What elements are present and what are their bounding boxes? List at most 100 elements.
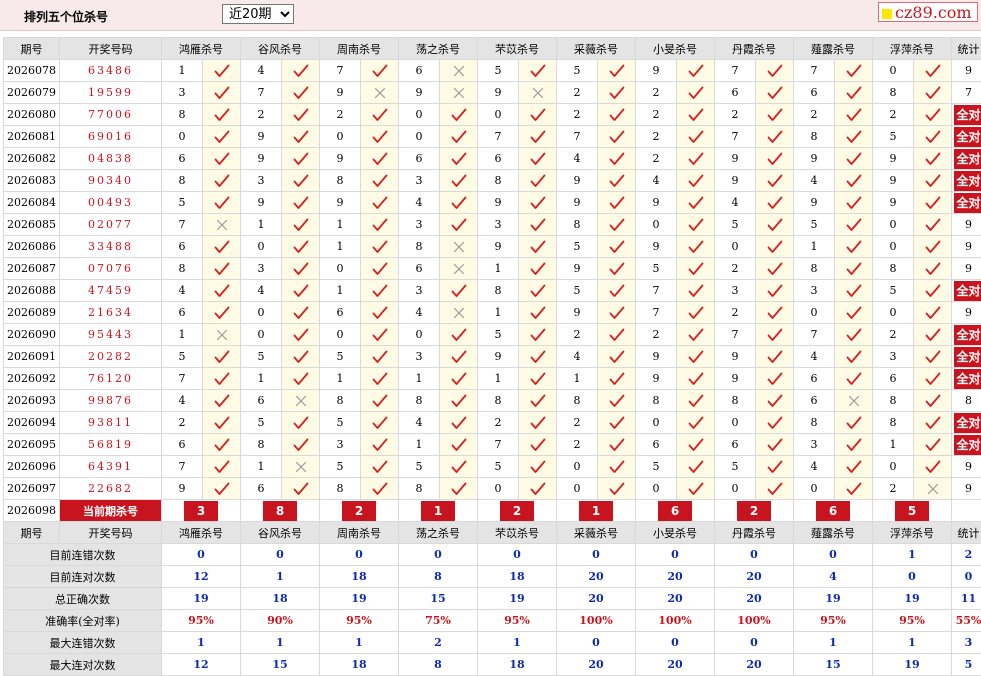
- draw-number-cell: 22682: [60, 478, 162, 500]
- column-header: 芣苡杀号: [478, 38, 557, 60]
- check-icon: [914, 302, 952, 324]
- check-icon: [598, 148, 636, 170]
- kill-value-cell: 1: [320, 236, 361, 258]
- check-icon: [519, 60, 557, 82]
- logo-square-icon: [882, 9, 892, 19]
- period-cell: 2026086: [4, 236, 60, 258]
- check-icon: [835, 368, 873, 390]
- kill-value-cell: 3: [399, 346, 440, 368]
- stats-value: 15: [399, 588, 478, 610]
- draw-number-cell: 99876: [60, 390, 162, 412]
- kill-value-cell: 0: [715, 478, 756, 500]
- kill-value-cell: 6: [794, 390, 835, 412]
- kill-value-cell: 9: [794, 148, 835, 170]
- check-icon: [361, 478, 399, 500]
- kill-value-cell: 2: [873, 104, 914, 126]
- stats-value: 15: [241, 654, 320, 676]
- kill-value-cell: 2: [162, 412, 203, 434]
- check-icon: [598, 280, 636, 302]
- kill-value-cell: 9: [399, 82, 440, 104]
- total-cell: 全对: [952, 434, 981, 456]
- stats-value: 55%: [952, 610, 981, 632]
- stats-value: 2: [952, 544, 981, 566]
- kill-value-cell: 6: [399, 258, 440, 280]
- check-icon: [519, 302, 557, 324]
- check-icon: [598, 82, 636, 104]
- kill-value-cell: 6: [162, 148, 203, 170]
- check-icon: [361, 170, 399, 192]
- check-icon: [519, 258, 557, 280]
- stats-row: 最大连错次数11121000113: [4, 632, 981, 654]
- draw-number-cell: 90340: [60, 170, 162, 192]
- top-bar: 排列五个位杀号 近20期 cz89.com: [0, 0, 981, 31]
- stats-value: 19: [162, 588, 241, 610]
- kill-value-cell: 9: [557, 302, 598, 324]
- check-icon: [361, 214, 399, 236]
- kill-value-cell: 7: [162, 368, 203, 390]
- check-icon: [756, 368, 794, 390]
- period-cell: 2026093: [4, 390, 60, 412]
- current-kill-badge: 6: [658, 501, 692, 521]
- column-header: 荡之杀号: [399, 38, 478, 60]
- check-icon: [677, 434, 715, 456]
- current-kill-cell: 2: [320, 500, 399, 522]
- check-icon: [835, 478, 873, 500]
- column-header: 统计: [952, 522, 981, 544]
- period-cell: 2026090: [4, 324, 60, 346]
- check-icon: [361, 236, 399, 258]
- kill-value-cell: 1: [320, 368, 361, 390]
- stats-value: 20: [636, 566, 715, 588]
- check-icon: [598, 126, 636, 148]
- table-row: 20260972268296880000029: [4, 478, 981, 500]
- check-icon: [598, 368, 636, 390]
- check-icon: [203, 478, 241, 500]
- stats-value: 18: [241, 588, 320, 610]
- check-icon: [203, 346, 241, 368]
- kill-value-cell: 8: [557, 214, 598, 236]
- check-icon: [756, 258, 794, 280]
- stats-value: 0: [478, 544, 557, 566]
- kill-value-cell: 4: [241, 60, 282, 82]
- table-row: 2026090954431000522772全对: [4, 324, 981, 346]
- kill-value-cell: 0: [241, 302, 282, 324]
- stats-value: 1: [241, 632, 320, 654]
- check-icon: [440, 390, 478, 412]
- kill-value-cell: 1: [241, 214, 282, 236]
- total-cell: 9: [952, 302, 981, 324]
- kill-value-cell: 8: [320, 478, 361, 500]
- kill-value-cell: 2: [320, 104, 361, 126]
- logo-text: cz89.com: [895, 3, 972, 22]
- check-icon: [914, 280, 952, 302]
- kill-value-cell: 8: [478, 170, 519, 192]
- kill-value-cell: 7: [794, 60, 835, 82]
- draw-number-cell: 64391: [60, 456, 162, 478]
- stats-value: 0: [873, 566, 952, 588]
- kill-value-cell: 9: [557, 192, 598, 214]
- kill-value-cell: 4: [715, 192, 756, 214]
- total-cell: 全对: [952, 346, 981, 368]
- kill-value-cell: 2: [873, 324, 914, 346]
- check-icon: [598, 346, 636, 368]
- check-icon: [598, 324, 636, 346]
- cross-icon: [361, 82, 399, 104]
- kill-value-cell: 0: [557, 456, 598, 478]
- current-kill-badge: 8: [263, 501, 297, 521]
- kill-value-cell: 7: [320, 60, 361, 82]
- check-icon: [519, 390, 557, 412]
- check-icon: [835, 60, 873, 82]
- stats-row: 最大连对次数12151881820202015195: [4, 654, 981, 676]
- period-select[interactable]: 近20期: [222, 4, 294, 24]
- check-icon: [440, 324, 478, 346]
- stats-label: 最大连错次数: [4, 632, 162, 654]
- check-icon: [914, 170, 952, 192]
- check-icon: [282, 346, 320, 368]
- kill-value-cell: 8: [162, 104, 203, 126]
- kill-value-cell: 4: [399, 302, 440, 324]
- table-row: 20260892163460641972009: [4, 302, 981, 324]
- stats-value: 0: [794, 544, 873, 566]
- check-icon: [835, 324, 873, 346]
- kill-value-cell: 2: [715, 258, 756, 280]
- current-kill-badge: 2: [737, 501, 771, 521]
- site-logo[interactable]: cz89.com: [878, 2, 978, 22]
- check-icon: [598, 390, 636, 412]
